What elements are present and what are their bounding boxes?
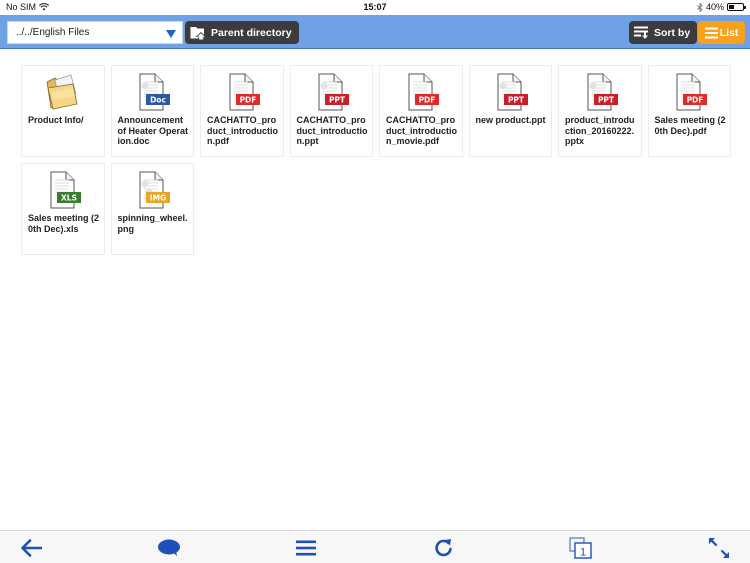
file-name: product_introduction_20160222.pptx: [565, 115, 635, 146]
path-value: ../../English Files: [16, 27, 90, 38]
file-name: CACHATTO_product_introduction.pdf: [207, 115, 278, 146]
sort-by-button[interactable]: Sort by: [629, 21, 698, 44]
svg-text:IMG: IMG: [150, 194, 166, 203]
file-name: Product Info/: [28, 115, 84, 125]
file-item[interactable]: XLS Sales meeting (20th Dec).xls: [21, 163, 105, 255]
list-view-button[interactable]: List: [698, 21, 745, 44]
svg-text:Doc: Doc: [150, 96, 166, 105]
bluetooth-icon: [697, 2, 703, 12]
folder-item[interactable]: Product Info/: [21, 65, 105, 157]
comment-button[interactable]: [156, 536, 182, 560]
file-name: new product.ppt: [475, 115, 546, 125]
svg-text:PDF: PDF: [239, 96, 256, 105]
svg-text:PDF: PDF: [687, 96, 704, 105]
svg-text:PPT: PPT: [329, 96, 346, 105]
file-name: CACHATTO_product_introduction_movie.pdf: [386, 115, 457, 146]
file-item[interactable]: PDF CACHATTO_product_introduction_movie.…: [379, 65, 463, 157]
windows-button[interactable]: 1: [568, 536, 594, 560]
chevron-down-icon: [166, 30, 176, 38]
speech-bubble-icon: [158, 539, 180, 557]
file-item[interactable]: Doc Announcement of Heater Operation.doc: [110, 65, 194, 157]
sort-by-label: Sort by: [654, 26, 691, 39]
parent-directory-button[interactable]: Parent directory: [185, 21, 299, 44]
expand-icon: [708, 537, 730, 559]
file-item[interactable]: PPT CACHATTO_product_introduction.ppt: [289, 65, 373, 157]
toolbar: ../../English Files Parent directory Sor…: [0, 15, 750, 49]
list-icon: [704, 27, 718, 38]
folder-icon: [43, 72, 83, 112]
window-count: 1: [580, 547, 586, 559]
status-bar: No SIM 15:07 40%: [0, 0, 750, 15]
svg-text:PDF: PDF: [418, 96, 435, 105]
xls-file-icon: XLS: [43, 170, 83, 210]
file-name: Sales meeting (20th Dec).xls: [28, 213, 100, 234]
menu-button[interactable]: [293, 536, 319, 560]
image-file-icon: IMG: [132, 170, 172, 210]
refresh-button[interactable]: [431, 536, 457, 560]
file-name: CACHATTO_product_introduction.ppt: [296, 115, 368, 146]
arrow-left-icon: [21, 539, 42, 557]
pdf-file-icon: PDF: [401, 72, 441, 112]
file-item[interactable]: PPT new product.ppt: [468, 65, 552, 157]
path-dropdown[interactable]: ../../English Files: [7, 21, 183, 44]
clock: 15:07: [363, 2, 387, 12]
battery-fill: [729, 5, 735, 9]
hamburger-menu-icon: [296, 540, 316, 556]
parent-directory-label: Parent directory: [211, 26, 292, 39]
pdf-file-icon: PDF: [669, 72, 709, 112]
pdf-file-icon: PDF: [222, 72, 262, 112]
windows-icon: 1: [569, 537, 592, 559]
file-name: Sales meeting (20th Dec).pdf: [654, 115, 726, 136]
refresh-icon: [435, 539, 452, 557]
sort-icon: [634, 26, 648, 39]
file-item[interactable]: IMG spinning_wheel.png: [110, 163, 194, 255]
doc-file-icon: Doc: [132, 72, 172, 112]
ppt-file-icon: PPT: [490, 72, 530, 112]
fullscreen-button[interactable]: [706, 536, 732, 560]
back-button[interactable]: [18, 536, 44, 560]
battery-icon: [727, 3, 746, 11]
ppt-file-icon: PPT: [311, 72, 351, 112]
battery-percent: 40%: [705, 2, 724, 12]
file-item[interactable]: PDF Sales meeting (20th Dec).pdf: [647, 65, 731, 157]
file-name: spinning_wheel.png: [117, 213, 188, 234]
folder-up-icon: [190, 26, 207, 40]
file-item[interactable]: PPT product_introduction_20160222.pptx: [558, 65, 642, 157]
svg-text:PPT: PPT: [508, 96, 525, 105]
bottom-toolbar: 1: [0, 530, 750, 563]
svg-text:PPT: PPT: [598, 96, 615, 105]
list-label: List: [719, 26, 739, 39]
file-name: Announcement of Heater Operation.doc: [117, 115, 189, 146]
file-item[interactable]: PDF CACHATTO_product_introduction.pdf: [200, 65, 284, 157]
svg-text:XLS: XLS: [61, 194, 77, 203]
file-grid: Product Info/ Doc Announcement of Heater…: [21, 65, 741, 255]
ppt-file-icon: PPT: [580, 72, 620, 112]
